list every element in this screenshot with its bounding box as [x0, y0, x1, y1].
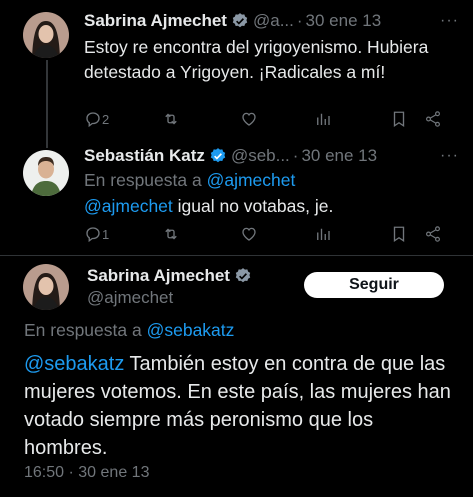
retweet-button[interactable]: [162, 110, 180, 128]
tweet-date[interactable]: 30 ene 13: [306, 11, 382, 31]
bookmark-icon: [393, 111, 405, 128]
retweet-icon: [165, 228, 177, 240]
author-handle[interactable]: @a...: [253, 11, 294, 31]
divider: [0, 255, 473, 256]
verified-badge-icon: [210, 148, 226, 163]
analytics-icon: [317, 228, 330, 240]
tweet-text: @ajmechet igual no votabas, je.: [84, 194, 459, 219]
mention-link[interactable]: @ajmechet: [84, 196, 173, 216]
bookmark-button[interactable]: [390, 225, 408, 243]
share-icon: [426, 111, 440, 127]
heart-icon: [242, 227, 256, 241]
main-author: Sabrina Ajmechet: [87, 266, 256, 286]
thread-line: [46, 60, 48, 148]
avatar-image: [23, 150, 69, 196]
tweet-date[interactable]: 30 ene 13: [78, 464, 149, 481]
reply-count: 1: [102, 226, 110, 242]
retweet-icon: [165, 113, 177, 125]
more-options-button[interactable]: ···: [440, 147, 459, 165]
author-handle[interactable]: @ajmechet: [87, 288, 173, 308]
tweet-body: igual no votabas, je.: [172, 196, 334, 216]
timestamp: 16:50 · 30 ene 13: [24, 460, 459, 485]
like-button[interactable]: [240, 110, 258, 128]
avatar-image: [23, 264, 69, 310]
reply-icon: [86, 112, 100, 128]
separator-dot: ·: [292, 146, 299, 165]
share-button[interactable]: [424, 225, 442, 243]
author-handle[interactable]: @seb...: [231, 146, 290, 166]
analytics-icon: [317, 113, 330, 125]
main-handle: @ajmechet: [87, 288, 173, 308]
bookmark-icon: [393, 226, 405, 243]
author-name[interactable]: Sebastián Katz: [84, 146, 205, 166]
author-name[interactable]: Sabrina Ajmechet: [87, 266, 230, 286]
share-button[interactable]: [424, 110, 442, 128]
reply-prefix: En respuesta a: [24, 320, 142, 340]
reply-icon: [86, 227, 100, 243]
reply-count: 2: [102, 111, 110, 127]
author-name[interactable]: Sabrina Ajmechet: [84, 11, 227, 31]
bookmark-button[interactable]: [390, 110, 408, 128]
share-icon: [426, 226, 440, 242]
tweet-text: Estoy re encontra del yrigoyenismo. Hubi…: [84, 37, 429, 82]
mention-link[interactable]: @sebakatz: [24, 353, 124, 375]
avatar-sebastian[interactable]: [23, 150, 69, 196]
reply-context: En respuesta a @ajmechet: [84, 168, 459, 193]
tweet-time[interactable]: 16:50: [24, 464, 64, 481]
retweet-button[interactable]: [162, 225, 180, 243]
reply-context: En respuesta a @sebakatz: [24, 318, 459, 343]
follow-button[interactable]: Seguir: [304, 272, 444, 298]
avatar-sabrina-main[interactable]: [23, 264, 69, 310]
heart-icon: [242, 112, 256, 126]
reply-to-handle[interactable]: @sebakatz: [147, 320, 235, 340]
reply-prefix: En respuesta a: [84, 170, 202, 190]
like-button[interactable]: [240, 225, 258, 243]
verified-badge-icon: [232, 13, 248, 28]
tweet-date[interactable]: 30 ene 13: [301, 146, 377, 166]
more-options-button[interactable]: ···: [440, 12, 459, 30]
avatar-sabrina[interactable]: [23, 12, 69, 58]
tweet-header: Sabrina Ajmechet @a... · 30 ene 13: [84, 11, 381, 31]
views-button[interactable]: [314, 225, 332, 243]
tweet-actions: 1: [84, 225, 459, 245]
verified-badge-icon: [235, 268, 251, 283]
reply-button[interactable]: 2: [84, 110, 109, 128]
views-button[interactable]: [314, 110, 332, 128]
tweet-actions: 2: [84, 110, 459, 130]
separator-dot: ·: [68, 464, 74, 481]
tweet-header: Sebastián Katz @seb... · 30 ene 13: [84, 146, 377, 166]
separator-dot: ·: [296, 11, 303, 30]
reply-button[interactable]: 1: [84, 225, 109, 243]
main-tweet-text: @sebakatz También estoy en contra de que…: [24, 350, 457, 462]
avatar-image: [23, 12, 69, 58]
reply-to-handle[interactable]: @ajmechet: [207, 170, 296, 190]
